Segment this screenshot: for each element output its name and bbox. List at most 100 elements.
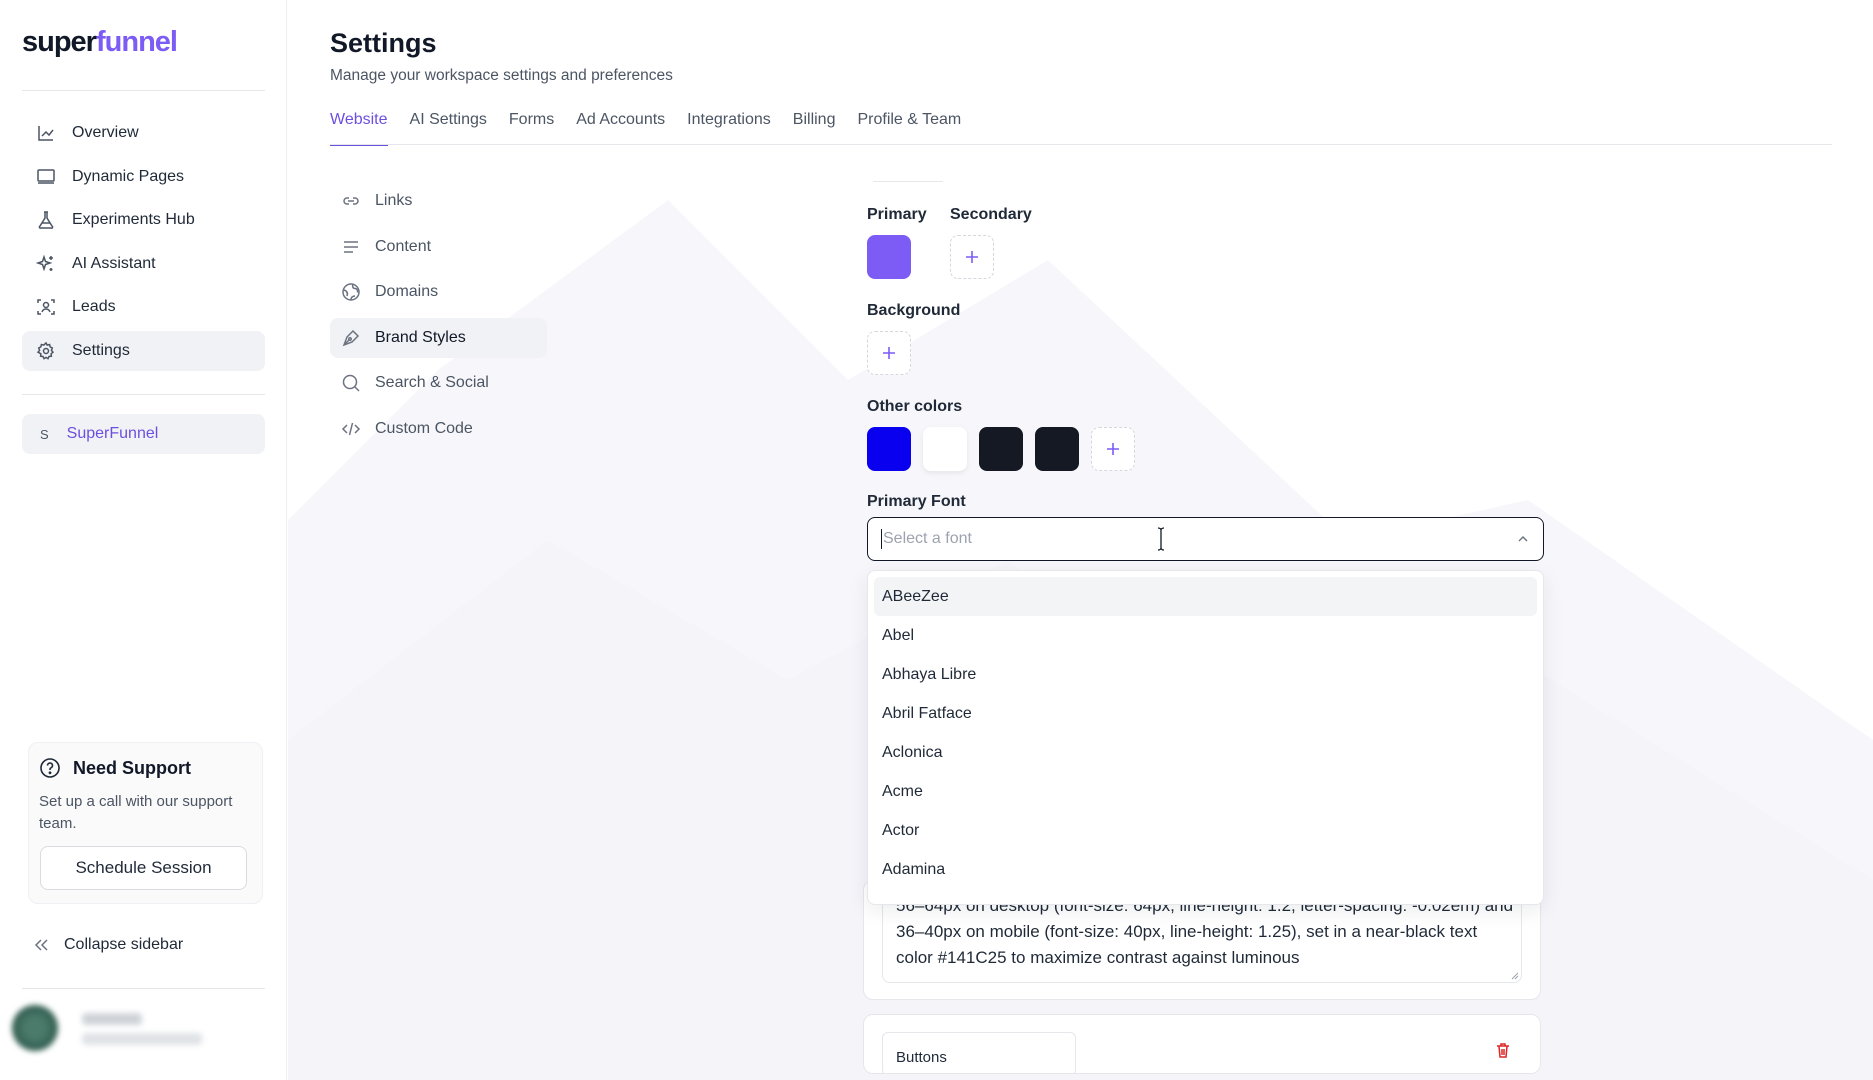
subnav-item-brand-styles[interactable]: Brand Styles [330,317,547,358]
primary-font-select[interactable]: Select a font [867,517,1544,561]
monitor-icon [36,167,56,187]
logo-text-part3: nel [138,26,178,58]
subnav-item-content[interactable]: Content [330,227,547,267]
plus-icon [883,347,895,359]
chevron-up-icon [1518,536,1528,542]
tabs-divider [330,144,1832,145]
user-profile-menu[interactable] [12,1005,262,1060]
font-option[interactable]: Adamina [874,850,1537,889]
support-title-text: Need Support [73,757,192,778]
pen-nib-icon [341,328,361,348]
sidebar-item-label: AI Assistant [72,254,156,272]
trash-icon[interactable] [1494,1041,1512,1059]
subnav-item-custom-code[interactable]: Custom Code [330,409,547,449]
primary-color-label: Primary [867,206,927,223]
subnav-item-domains[interactable]: Domains [330,272,547,312]
font-option[interactable]: Acme [874,772,1537,811]
tab-website[interactable]: Website [330,108,388,146]
tab-billing[interactable]: Billing [793,108,836,146]
sidebar-item-label: Leads [72,298,116,315]
sparkles-icon [36,254,56,274]
flask-icon [36,210,56,230]
settings-tabs: Website AI Settings Forms Ad Accounts In… [330,108,983,146]
font-option[interactable]: Aclonica [874,733,1537,772]
chevrons-left-icon [32,936,50,954]
user-scan-icon [36,297,56,317]
font-option[interactable]: Actor [874,811,1537,850]
secondary-color-label: Secondary [950,206,1032,223]
sidebar-item-experiments-hub[interactable]: Experiments Hub [22,200,265,240]
chart-line-icon [36,123,56,143]
resize-handle-icon[interactable] [1509,970,1519,980]
support-title: Need Support [39,757,191,779]
buttons-label: Buttons [896,1049,947,1066]
sidebar-item-settings[interactable]: Settings [22,330,265,371]
add-other-color-button[interactable] [1091,427,1135,471]
subnav-item-label: Links [375,192,413,209]
link-icon [341,191,361,211]
other-colors-label: Other colors [867,398,963,415]
background-color-label: Background [867,302,961,319]
subnav-item-label: Domains [375,283,439,300]
globe-icon [341,282,361,302]
sidebar-item-leads[interactable]: Leads [22,287,265,327]
sidebar-item-dynamic-pages[interactable]: Dynamic Pages [22,157,265,197]
sidebar-divider [22,90,265,91]
workspace-name: SuperFunnel [66,425,159,442]
website-settings-subnav: Links Content Domains Brand Styles Searc… [330,181,547,454]
user-email-blurred [82,1033,202,1045]
sidebar-item-ai-assistant[interactable]: AI Assistant [22,244,265,284]
other-color-swatch[interactable] [979,427,1023,471]
tab-integrations[interactable]: Integrations [687,108,771,146]
user-name-blurred [82,1013,142,1025]
sidebar-item-label: Experiments Hub [72,211,195,228]
buttons-name-field[interactable]: Buttons [882,1032,1076,1073]
add-secondary-color-button[interactable] [950,235,994,279]
other-color-swatch[interactable] [923,427,967,471]
sidebar-divider [22,988,265,989]
text-lines-icon [341,237,361,257]
collapse-sidebar-button[interactable]: Collapse sidebar [32,936,183,954]
sidebar-item-overview[interactable]: Overview [22,113,265,153]
avatar [12,1005,58,1051]
subnav-item-links[interactable]: Links [330,181,547,221]
tab-forms[interactable]: Forms [509,108,554,146]
text-cursor-icon [1157,527,1165,551]
section-divider [873,181,943,182]
text-caret [881,529,882,549]
font-select-placeholder: Select a font [883,530,972,547]
subnav-item-label: Custom Code [375,419,473,437]
font-option[interactable]: ABeeZee [874,577,1537,616]
brand-logo[interactable]: superfunnel [22,26,178,59]
tab-ai-settings[interactable]: AI Settings [410,108,487,146]
other-color-swatch[interactable] [867,427,911,471]
font-option[interactable]: Abel [874,616,1537,655]
schedule-session-button[interactable]: Schedule Session [40,846,247,890]
subnav-item-label: Search & Social [375,374,489,391]
subnav-item-label: Content [375,237,432,255]
sidebar-item-label: Settings [72,341,130,359]
subnav-item-label: Brand Styles [375,328,466,346]
collapse-sidebar-label: Collapse sidebar [64,936,184,953]
tab-ad-accounts[interactable]: Ad Accounts [576,108,665,146]
primary-font-label: Primary Font [867,493,966,510]
workspace-switcher[interactable]: S SuperFunnel [22,414,265,454]
add-background-color-button[interactable] [867,331,911,375]
support-card: Need Support Set up a call with our supp… [28,742,263,904]
sidebar-nav: Overview Dynamic Pages Experiments Hub A… [22,113,265,374]
page-title: Settings [330,28,437,58]
subnav-item-search-social[interactable]: Search & Social [330,363,547,403]
page-subtitle: Manage your workspace settings and prefe… [330,67,673,84]
workspace-badge: S [40,426,49,442]
font-option[interactable]: Abril Fatface [874,694,1537,733]
plus-icon [1107,443,1119,455]
other-color-swatch[interactable] [1035,427,1079,471]
font-options-dropdown: ABeeZee Abel Abhaya Libre Abril Fatface … [867,570,1544,905]
sidebar-divider [22,394,265,395]
tab-profile-team[interactable]: Profile & Team [857,108,961,146]
buttons-style-card: Buttons [863,1014,1541,1074]
font-option[interactable]: Abhaya Libre [874,655,1537,694]
logo-text-part1: super [22,26,97,58]
sidebar: superfunnel Overview Dynamic Pages Exper… [0,0,287,1080]
primary-color-swatch[interactable] [867,235,911,279]
